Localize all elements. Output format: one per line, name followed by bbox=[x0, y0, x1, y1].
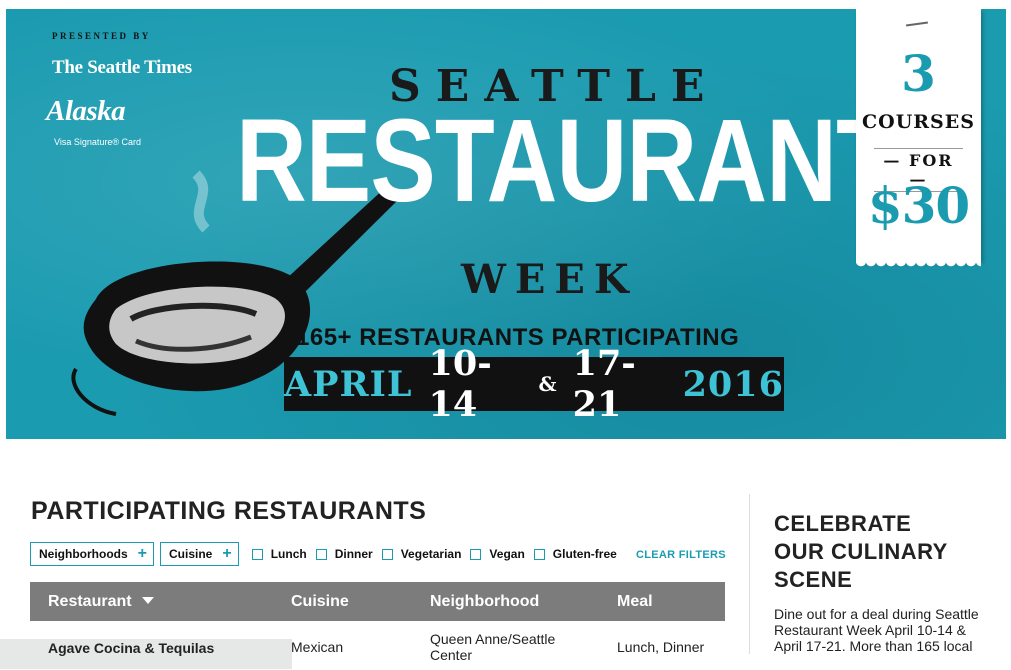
plus-icon: + bbox=[137, 545, 148, 562]
lunch-checkbox[interactable]: Lunch bbox=[251, 547, 307, 561]
sidebar-title-line: OUR CULINARY bbox=[774, 539, 948, 564]
checkbox-box[interactable] bbox=[533, 548, 545, 560]
restaurant-meal: Lunch, Dinner bbox=[617, 639, 705, 655]
neighborhoods-dropdown-label: Neighborhoods bbox=[39, 547, 128, 561]
event-dates: APRIL 10-14 & 17-21 2016 bbox=[284, 343, 784, 425]
table-header: Restaurant Cuisine Neighborhood Meal bbox=[30, 582, 725, 621]
dates-year: 2016 bbox=[682, 363, 784, 405]
seattle-times-logo[interactable]: The Seattle Times bbox=[52, 57, 192, 79]
cuisine-column-header[interactable]: Cuisine bbox=[291, 593, 349, 611]
dates-range-1: 10-14 bbox=[428, 343, 492, 425]
neighborhoods-dropdown[interactable]: Neighborhoods + bbox=[30, 542, 155, 566]
ticket-dash bbox=[905, 21, 929, 27]
neighborhood-line-1: Queen Anne/Seattle bbox=[430, 631, 556, 647]
checkbox-box[interactable] bbox=[470, 548, 482, 560]
restaurant-header-label: Restaurant bbox=[48, 593, 132, 610]
clear-filters-link[interactable]: CLEAR FILTERS bbox=[636, 549, 726, 561]
ticket-courses-label: COURSES bbox=[862, 111, 975, 133]
hero-banner: PRESENTED BY The Seattle Times Alaska Vi… bbox=[6, 9, 1006, 439]
checkbox-box[interactable] bbox=[315, 548, 327, 560]
sidebar-title-line: CELEBRATE bbox=[774, 511, 912, 536]
column-divider bbox=[749, 494, 750, 654]
vegan-checkbox[interactable]: Vegan bbox=[470, 547, 525, 561]
price-ticket: 3 COURSES — FOR — $30 bbox=[856, 9, 981, 269]
neighborhood-column-header[interactable]: Neighborhood bbox=[430, 593, 539, 611]
sidebar-title-line: SCENE bbox=[774, 567, 853, 592]
alaska-visa-caption: Visa Signature® Card bbox=[54, 137, 142, 147]
vegan-label: Vegan bbox=[489, 547, 525, 561]
title-week: WEEK bbox=[461, 256, 638, 303]
table-row[interactable]: Agave Cocina & Tequilas Mexican Queen An… bbox=[0, 630, 725, 670]
restaurant-name[interactable]: Agave Cocina & Tequilas bbox=[48, 640, 214, 656]
gluten-free-checkbox[interactable]: Gluten-free bbox=[533, 547, 617, 561]
sort-caret-icon[interactable] bbox=[141, 597, 154, 604]
cuisine-dropdown[interactable]: Cuisine + bbox=[160, 542, 239, 566]
title-restaurant: RESTAURANT bbox=[236, 95, 896, 227]
meal-column-header[interactable]: Meal bbox=[617, 593, 653, 611]
vegetarian-label: Vegetarian bbox=[400, 547, 462, 561]
sidebar-description: Dine out for a deal during Seattle Resta… bbox=[774, 606, 979, 654]
filter-bar: Neighborhoods + Cuisine + Lunch Dinner V… bbox=[30, 542, 619, 566]
dates-month: APRIL bbox=[284, 363, 413, 405]
restaurant-column-header[interactable]: Restaurant bbox=[48, 593, 154, 611]
plus-icon: + bbox=[222, 545, 232, 562]
ticket-price: $30 bbox=[867, 176, 970, 235]
dinner-checkbox[interactable]: Dinner bbox=[315, 547, 373, 561]
presented-by-label: PRESENTED BY bbox=[52, 31, 151, 41]
sidebar-title: CELEBRATE OUR CULINARY SCENE bbox=[774, 510, 994, 594]
vegetarian-checkbox[interactable]: Vegetarian bbox=[381, 547, 462, 561]
restaurant-neighborhood: Queen Anne/Seattle Center bbox=[430, 631, 555, 663]
restaurant-cuisine: Mexican bbox=[291, 639, 344, 655]
dates-ampersand: & bbox=[538, 372, 557, 396]
dates-range-2: 17-21 bbox=[572, 343, 636, 425]
gluten-free-label: Gluten-free bbox=[552, 547, 617, 561]
alaska-logo[interactable]: Alaska bbox=[46, 95, 126, 128]
page-title: PARTICIPATING RESTAURANTS bbox=[31, 497, 427, 525]
neighborhood-line-2: Center bbox=[430, 647, 473, 663]
ticket-courses-number: 3 bbox=[901, 44, 936, 103]
checkbox-box[interactable] bbox=[251, 548, 263, 560]
dinner-label: Dinner bbox=[334, 547, 373, 561]
lunch-label: Lunch bbox=[270, 547, 307, 561]
cuisine-dropdown-label: Cuisine bbox=[169, 547, 213, 561]
checkbox-box[interactable] bbox=[381, 548, 393, 560]
